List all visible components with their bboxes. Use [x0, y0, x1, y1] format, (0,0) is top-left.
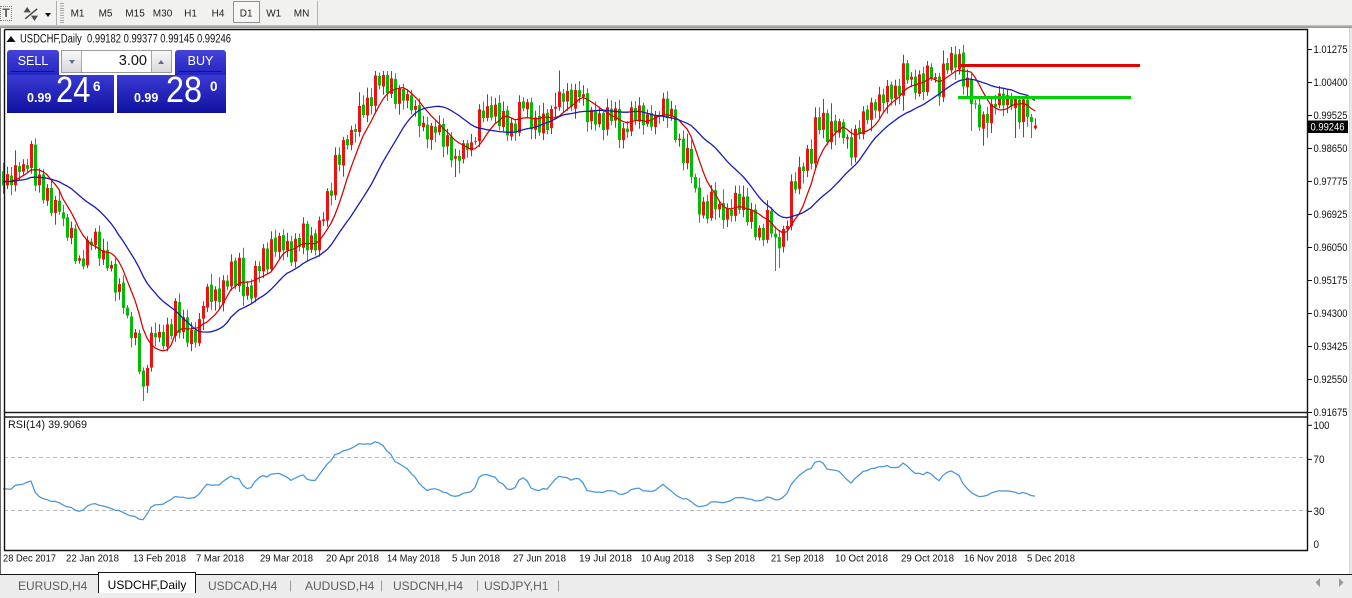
svg-text:0.94300: 0.94300	[1314, 308, 1348, 320]
svg-text:USDCHF,Daily 0.99182 0.99377: USDCHF,Daily 0.99182 0.99377 0.99145 0.9…	[20, 34, 231, 46]
svg-text:0.96050: 0.96050	[1314, 242, 1348, 254]
svg-text:0: 0	[1314, 539, 1320, 551]
svg-text:14 May 2018: 14 May 2018	[387, 553, 440, 565]
svg-text:0.99246: 0.99246	[1311, 122, 1345, 134]
svg-text:21 Sep 2018: 21 Sep 2018	[771, 553, 824, 565]
svg-text:5 Dec 2018: 5 Dec 2018	[1027, 553, 1075, 565]
svg-text:W1: W1	[266, 9, 281, 20]
svg-text:1.01275: 1.01275	[1314, 44, 1348, 56]
svg-text:30: 30	[1314, 506, 1325, 518]
svg-text:1.00400: 1.00400	[1314, 77, 1348, 89]
svg-text:10 Aug 2018: 10 Aug 2018	[641, 553, 694, 565]
svg-text:0.93425: 0.93425	[1314, 341, 1348, 353]
svg-text:3 Sep 2018: 3 Sep 2018	[707, 553, 755, 565]
svg-text:29 Mar 2018: 29 Mar 2018	[260, 553, 313, 565]
svg-text:H1: H1	[184, 9, 197, 20]
svg-text:70: 70	[1314, 454, 1325, 466]
svg-text:0.99525: 0.99525	[1314, 110, 1348, 122]
svg-text:0.96925: 0.96925	[1314, 209, 1348, 221]
svg-text:H4: H4	[212, 9, 225, 20]
svg-text:5 Jun 2018: 5 Jun 2018	[452, 553, 500, 565]
svg-text:0.91675: 0.91675	[1314, 407, 1348, 419]
svg-text:0.98650: 0.98650	[1314, 143, 1348, 155]
svg-text:27 Jun 2018: 27 Jun 2018	[513, 553, 566, 565]
svg-text:0.92550: 0.92550	[1314, 374, 1348, 386]
svg-text:10 Oct 2018: 10 Oct 2018	[835, 553, 888, 565]
svg-text:13 Feb 2018: 13 Feb 2018	[133, 553, 186, 565]
svg-text:0.97775: 0.97775	[1314, 176, 1348, 188]
svg-text:M1: M1	[71, 9, 85, 20]
svg-text:20 Apr 2018: 20 Apr 2018	[326, 553, 379, 565]
svg-text:M5: M5	[99, 9, 113, 20]
svg-text:22 Jan 2018: 22 Jan 2018	[66, 553, 119, 565]
svg-text:MN: MN	[294, 9, 310, 20]
svg-text:100: 100	[1314, 420, 1330, 432]
svg-text:M15: M15	[125, 9, 145, 20]
svg-text:28 Dec 2017: 28 Dec 2017	[3, 553, 56, 565]
svg-text:D1: D1	[240, 9, 253, 20]
svg-text:M30: M30	[153, 9, 173, 20]
svg-text:0.95175: 0.95175	[1314, 275, 1348, 287]
svg-text:7 Mar 2018: 7 Mar 2018	[196, 553, 244, 565]
svg-text:RSI(14) 39.9069: RSI(14) 39.9069	[8, 419, 87, 431]
svg-text:29 Oct 2018: 29 Oct 2018	[901, 553, 954, 565]
svg-text:19 Jul 2018: 19 Jul 2018	[579, 553, 632, 565]
svg-text:16 Nov 2018: 16 Nov 2018	[964, 553, 1017, 565]
